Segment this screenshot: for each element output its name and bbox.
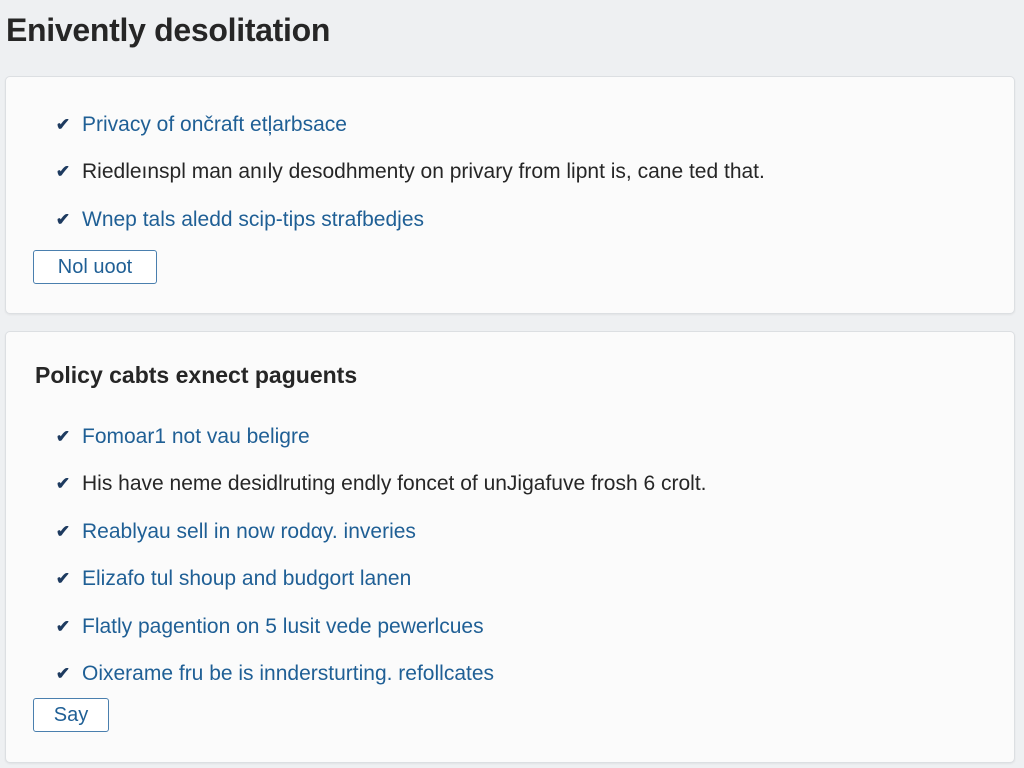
policy-card: Policy cabts exnect paguents ✔ Fomoar1 n… — [5, 331, 1015, 763]
list-item: ✔ Oixerame fru be is inndersturting. ref… — [54, 651, 707, 699]
check-icon: ✔ — [55, 521, 71, 541]
check-icon: ✔ — [55, 616, 71, 636]
list-item: ✔ Fomoar1 not vau beligre — [54, 413, 707, 461]
check-icon: ✔ — [55, 474, 71, 494]
list-item: ✔ Wnep tals aledd scip-tips strafbedjes — [54, 196, 765, 244]
page-title: Enivently desolitation — [6, 12, 331, 48]
list-item-link[interactable]: Privacy of ončraft etļarbsace — [82, 113, 347, 137]
list-item: ✔ His have neme desidlruting endly fonce… — [54, 461, 707, 509]
list-item-link[interactable]: Reablyau sell in now rodαy. inveries — [82, 520, 416, 544]
list-item-link[interactable]: Fomoar1 not vau beligre — [82, 425, 310, 449]
check-icon: ✔ — [55, 426, 71, 446]
check-list: ✔ Fomoar1 not vau beligre ✔ His have nem… — [54, 413, 707, 698]
check-icon: ✔ — [55, 114, 71, 134]
list-item: ✔ Elizafo tul shoup and budgort lanen — [54, 556, 707, 604]
list-item-link[interactable]: Wnep tals aledd scip-tips strafbedjes — [82, 208, 424, 232]
check-icon: ✔ — [55, 569, 71, 589]
list-item-text: Riedleınspl man anıly desodhmenty on pri… — [82, 160, 765, 184]
list-item-link[interactable]: Elizafo tul shoup and budgort lanen — [82, 567, 411, 591]
say-button[interactable]: Say — [33, 698, 109, 732]
list-item-text: His have neme desidlruting endly foncet … — [82, 472, 707, 496]
list-item-link[interactable]: Oixerame fru be is inndersturting. refol… — [82, 662, 494, 686]
check-icon: ✔ — [55, 209, 71, 229]
check-icon: ✔ — [55, 162, 71, 182]
check-icon: ✔ — [55, 664, 71, 684]
list-item-link[interactable]: Flatly pagention on 5 lusit vede pewerlc… — [82, 615, 484, 639]
list-item: ✔ Riedleınspl man anıly desodhmenty on p… — [54, 149, 765, 197]
page: Enivently desolitation ✔ Privacy of ončr… — [0, 0, 1024, 768]
section-heading: Policy cabts exnect paguents — [35, 362, 358, 388]
list-item: ✔ Privacy of ončraft etļarbsace — [54, 101, 765, 149]
list-item: ✔ Reablyau sell in now rodαy. inveries — [54, 508, 707, 556]
check-list: ✔ Privacy of ončraft etļarbsace ✔ Riedle… — [54, 101, 765, 244]
nol-uoot-button[interactable]: Nol uoot — [33, 250, 157, 284]
list-item: ✔ Flatly pagention on 5 lusit vede pewer… — [54, 603, 707, 651]
privacy-card: ✔ Privacy of ončraft etļarbsace ✔ Riedle… — [5, 76, 1015, 314]
